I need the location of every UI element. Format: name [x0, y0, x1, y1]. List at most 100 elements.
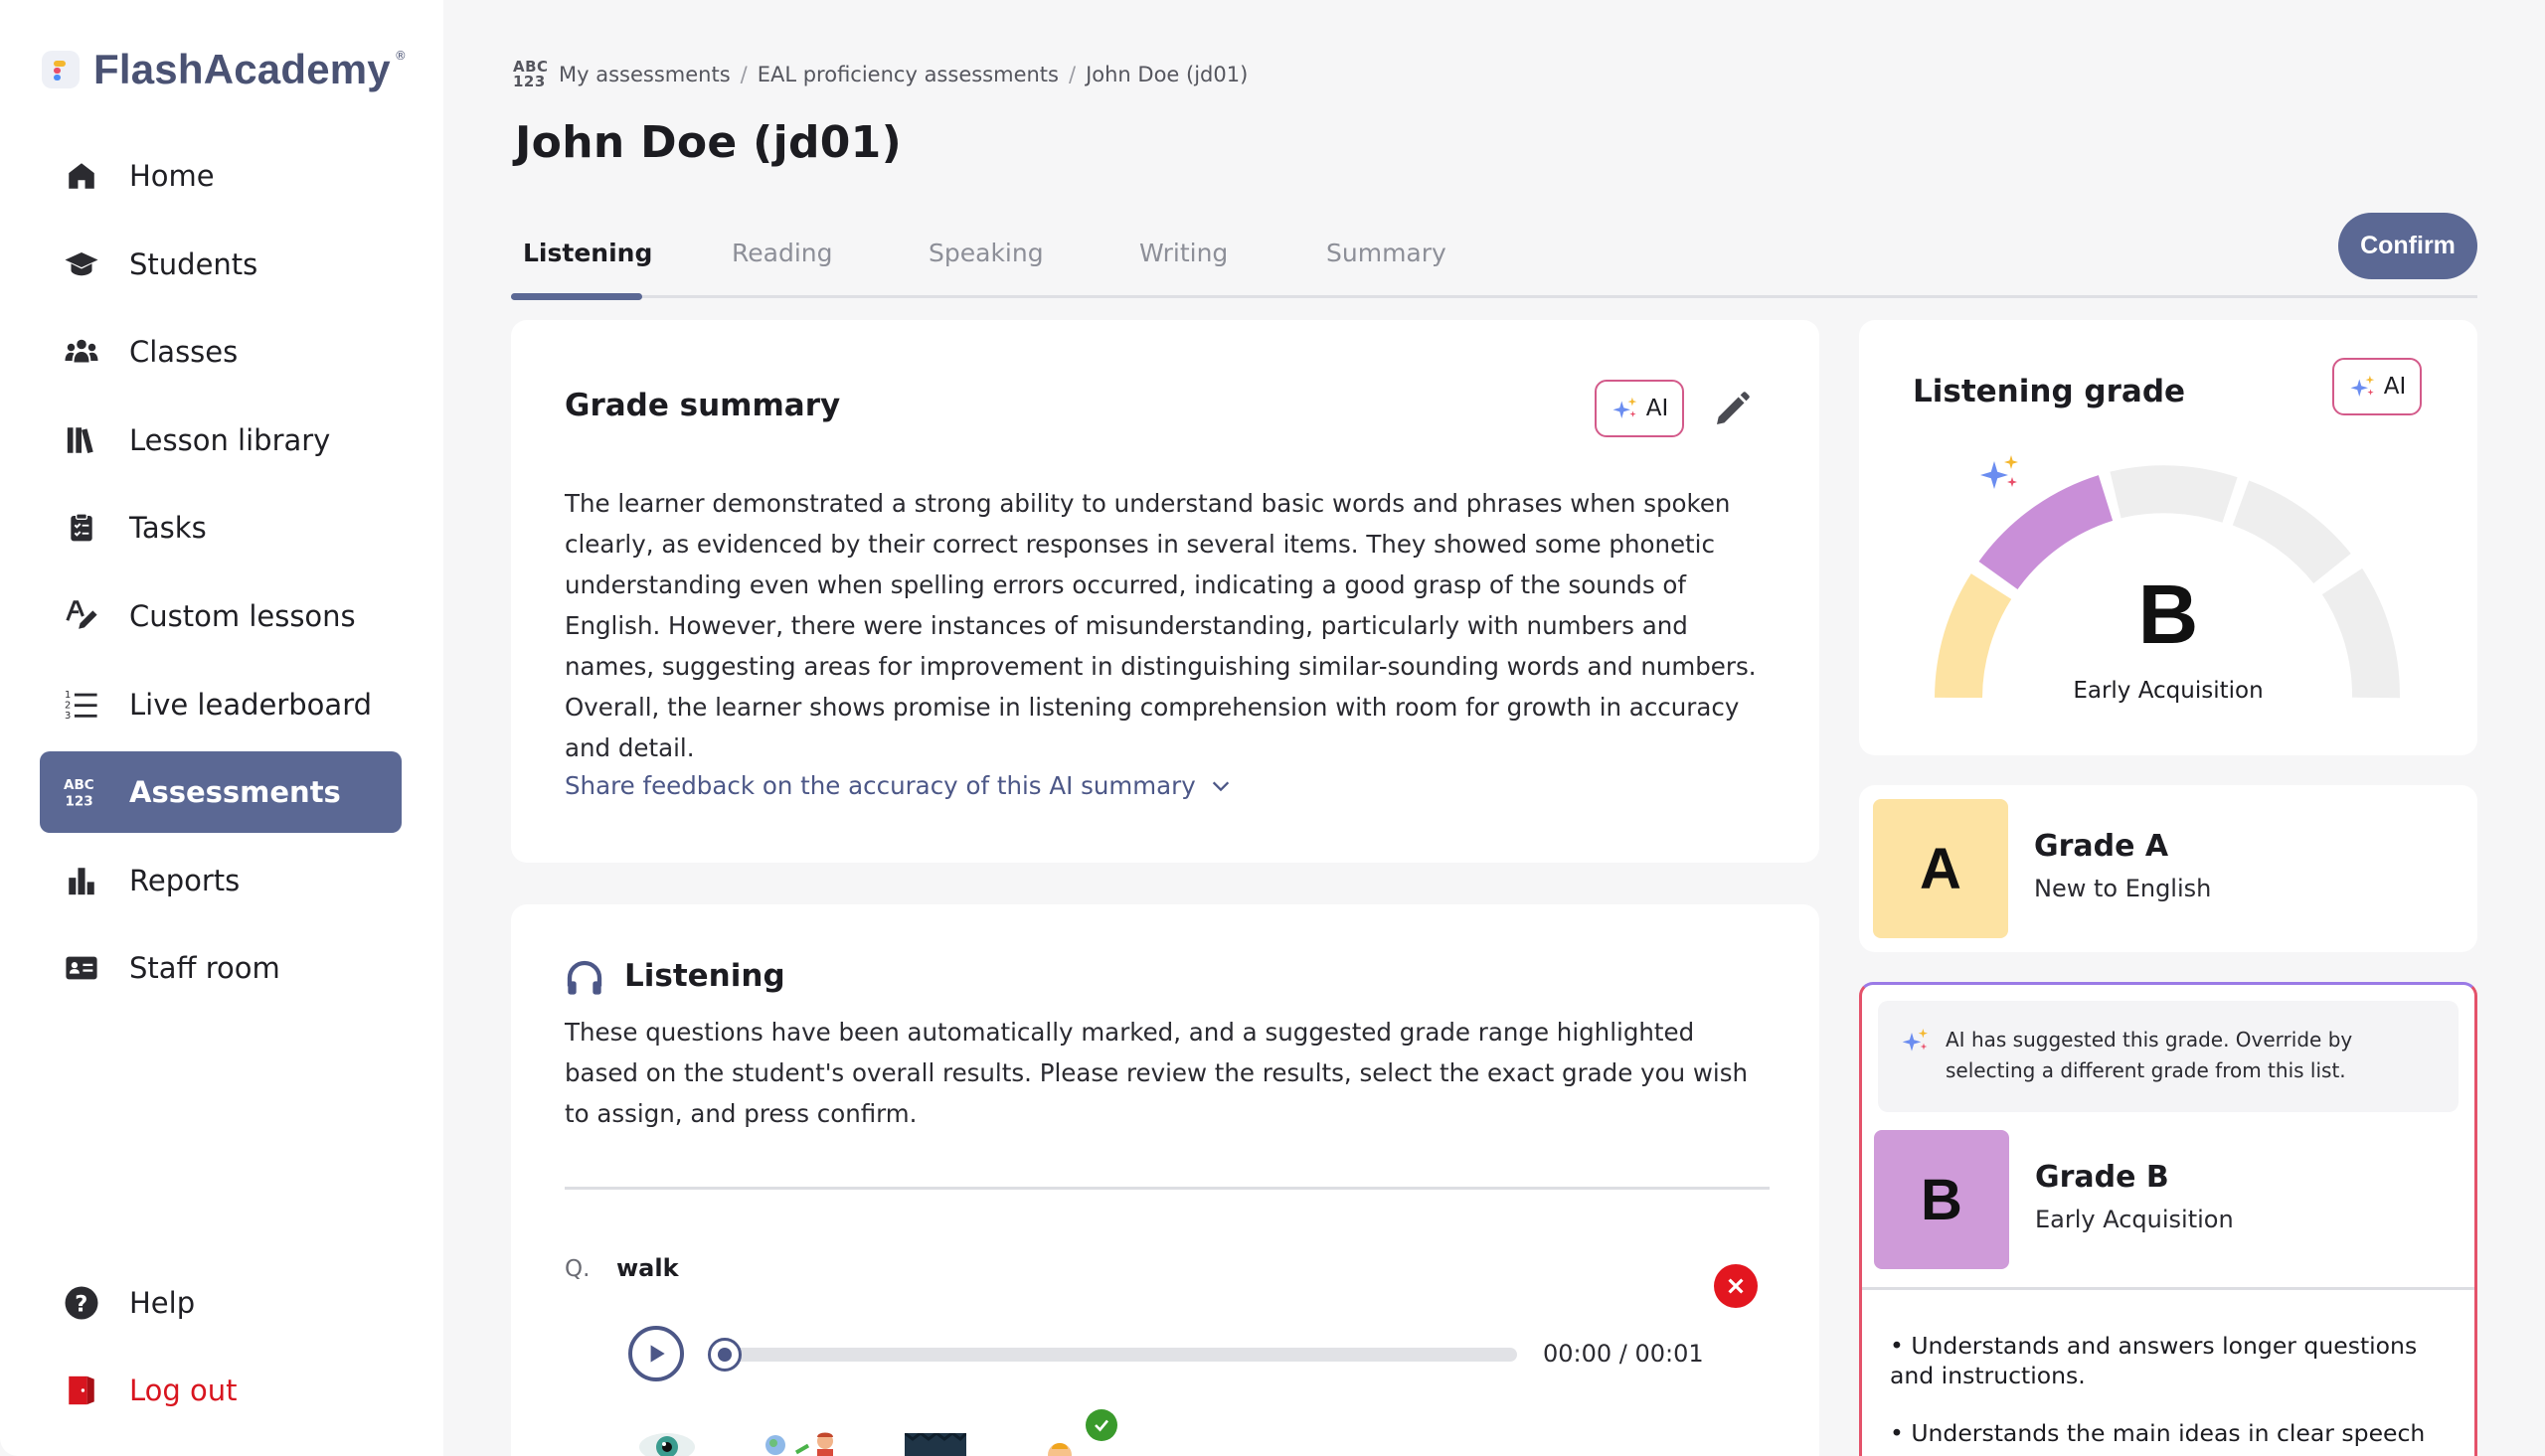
- audio-progress-track[interactable]: [710, 1348, 1517, 1362]
- grade-b-divider: [1862, 1287, 2474, 1290]
- current-grade-label: Early Acquisition: [2073, 678, 2264, 704]
- sidebar-item-staff-room[interactable]: Staff room: [40, 927, 402, 1009]
- svg-text:3: 3: [65, 711, 71, 722]
- listening-title: Listening: [624, 958, 785, 994]
- sidebar-item-label: Custom lessons: [129, 598, 356, 633]
- answer-images-row: [636, 1409, 1432, 1456]
- grade-option-a[interactable]: A Grade A New to English: [1859, 785, 2477, 952]
- face-image-icon[interactable]: [905, 1433, 966, 1456]
- sidebar-item-help[interactable]: ? Help: [40, 1262, 402, 1344]
- audio-time: 00:00 / 00:01: [1543, 1340, 1704, 1368]
- sidebar-item-label: Home: [129, 159, 215, 193]
- abc-123-icon: ABC 123: [513, 58, 549, 90]
- breadcrumb-eal-proficiency[interactable]: EAL proficiency assessments: [758, 63, 1059, 86]
- svg-text:ABC: ABC: [64, 777, 94, 793]
- door-exit-icon: [64, 1373, 99, 1408]
- assessment-tabs: Listening Reading Speaking Writing Summa…: [511, 227, 2477, 300]
- listening-card: Listening These questions have been auto…: [511, 904, 1819, 1456]
- sparkle-icon: [1980, 455, 2018, 489]
- question-prefix: Q.: [565, 1256, 591, 1282]
- sidebar-item-lesson-library[interactable]: Lesson library: [40, 400, 402, 481]
- audio-play-button[interactable]: [628, 1326, 684, 1381]
- tab-writing[interactable]: Writing: [1139, 239, 1228, 267]
- play-icon: [650, 1345, 665, 1363]
- chevron-down-icon: [1212, 781, 1229, 791]
- sidebar-item-classes[interactable]: Classes: [40, 311, 402, 393]
- svg-text:1: 1: [65, 689, 71, 700]
- group-icon: [64, 334, 99, 370]
- breadcrumb-separator: /: [740, 63, 748, 86]
- sidebar-item-label: Students: [129, 246, 258, 281]
- sidebar-item-students[interactable]: Students: [40, 224, 402, 305]
- share-feedback-label: Share feedback on the accuracy of this A…: [565, 771, 1196, 800]
- brand-name: FlashAcademy: [93, 46, 391, 92]
- graduation-cap-icon: [64, 246, 99, 282]
- eye-image-icon[interactable]: [636, 1427, 698, 1456]
- grade-summary-text: The learner demonstrated a strong abilit…: [565, 489, 1757, 762]
- breadcrumb: ABC 123 My assessments / EAL proficiency …: [513, 60, 1248, 89]
- tab-listening[interactable]: Listening: [523, 239, 652, 267]
- sidebar-item-label: Classes: [129, 335, 239, 370]
- sparkle-icon: [1612, 397, 1636, 418]
- grade-b-desc: Early Acquisition: [2035, 1206, 2234, 1233]
- svg-text:?: ?: [75, 1291, 87, 1317]
- grade-a-desc: New to English: [2034, 875, 2212, 902]
- bar-chart-icon: [64, 863, 99, 898]
- sidebar-item-live-leaderboard[interactable]: 123 Live leaderboard: [40, 664, 402, 745]
- sidebar-item-home[interactable]: Home: [40, 135, 402, 217]
- sidebar-item-tasks[interactable]: Tasks: [40, 487, 402, 568]
- svg-text:2: 2: [65, 700, 71, 711]
- edit-pencil-icon[interactable]: [1712, 390, 1752, 429]
- listening-grade-card: Listening grade AI B Early Acquisition: [1859, 320, 2477, 755]
- page-title: John Doe (jd01): [515, 117, 903, 168]
- grade-summary-title: Grade summary: [565, 388, 841, 423]
- audio-progress-thumb[interactable]: [708, 1338, 742, 1372]
- tab-reading[interactable]: Reading: [732, 239, 832, 267]
- tab-summary[interactable]: Summary: [1326, 239, 1446, 267]
- sidebar-item-label: Live leaderboard: [129, 687, 373, 722]
- breadcrumb-current: John Doe (jd01): [1086, 63, 1249, 86]
- tab-speaking[interactable]: Speaking: [929, 239, 1044, 267]
- headphones-icon: [567, 960, 602, 995]
- pen-letter-icon: [64, 598, 99, 634]
- grade-a-name: Grade A: [2034, 829, 2169, 864]
- id-card-icon: [64, 950, 99, 986]
- ai-badge-label: AI: [1645, 396, 1669, 421]
- sidebar-item-label: Assessments: [129, 775, 341, 810]
- grade-a-tile: A: [1873, 799, 2008, 938]
- sparkle-icon: [1902, 1029, 1928, 1052]
- sidebar: FlashAcademy ® Home Students Classes Les…: [0, 0, 443, 1456]
- incorrect-x-icon: [1714, 1264, 1758, 1308]
- sidebar-item-label: Staff room: [129, 951, 280, 986]
- gauge-segment-d: [2232, 480, 2351, 584]
- correct-check-icon: [1086, 1409, 1117, 1441]
- numbered-list-icon: 123: [64, 687, 99, 723]
- sidebar-item-log-out[interactable]: Log out: [40, 1350, 402, 1431]
- listening-description: These questions have been automatically …: [565, 1018, 1749, 1128]
- ai-badge[interactable]: AI: [1595, 380, 1684, 437]
- sidebar-nav: Home Students Classes Lesson library Tas…: [40, 135, 402, 1016]
- clipboard-check-icon: [64, 510, 99, 546]
- section-divider: [565, 1187, 1770, 1190]
- confirm-button[interactable]: Confirm: [2338, 213, 2477, 279]
- grade-b-name: Grade B: [2035, 1160, 2169, 1195]
- brand-logo[interactable]: FlashAcademy ®: [42, 46, 417, 93]
- sidebar-item-label: Help: [129, 1286, 196, 1320]
- grade-option-b[interactable]: AI has suggested this grade. Override by…: [1859, 982, 2477, 1456]
- breadcrumb-my-assessments[interactable]: My assessments: [559, 63, 731, 86]
- share-feedback-toggle[interactable]: Share feedback on the accuracy of this A…: [565, 771, 1232, 800]
- sidebar-item-reports[interactable]: Reports: [40, 840, 402, 921]
- grade-summary-card: Grade summary AI The learner demonstrate…: [511, 320, 1819, 863]
- active-tab-indicator: [511, 293, 642, 300]
- abc-123-icon: ABC 123: [64, 774, 99, 810]
- ear-image-icon[interactable]: [1044, 1433, 1084, 1456]
- grade-b-tile: B: [1874, 1130, 2009, 1269]
- sidebar-bottom-nav: ? Help Log out: [40, 1262, 402, 1437]
- ai-suggestion-note: AI has suggested this grade. Override by…: [1878, 1001, 2459, 1112]
- people-image-icon[interactable]: [756, 1427, 847, 1456]
- help-circle-icon: ?: [64, 1285, 99, 1321]
- sidebar-item-assessments[interactable]: ABC 123 Assessments: [40, 751, 402, 834]
- sidebar-item-custom-lessons[interactable]: Custom lessons: [40, 575, 402, 657]
- flashacademy-logo-icon: [42, 51, 80, 88]
- home-icon: [64, 158, 99, 194]
